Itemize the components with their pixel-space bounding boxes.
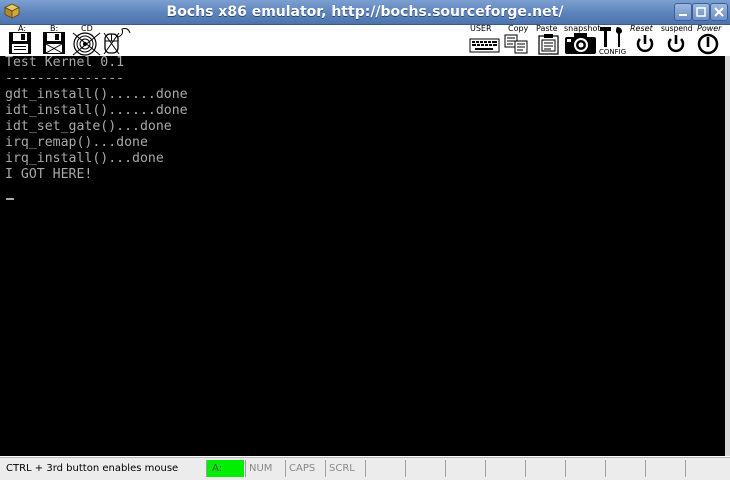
status-slot [525,460,565,477]
caps-lock-indicator: CAPS [285,460,325,477]
status-slot [365,460,405,477]
mouse-icon [103,28,131,55]
close-icon[interactable] [710,3,728,21]
status-slot [605,460,645,477]
console-line: idt_set_gate()...done [5,119,172,134]
drive-indicator-a: A: [206,460,244,477]
window-title: Bochs x86 emulator, http://bochs.sourcef… [166,4,564,20]
cdrom-icon [72,32,101,56]
status-bar: CTRL + 3rd button enables mouse A: NUM C… [0,457,730,480]
status-slot [685,460,730,477]
scroll-lock-indicator: SCRL [325,460,365,477]
copy-button[interactable]: Copy [503,24,531,56]
status-slot [405,460,445,477]
status-slot [565,460,605,477]
paste-button[interactable]: Paste [535,24,563,56]
config-button[interactable]: CONFIG [598,25,628,56]
floppy-disk-icon [43,32,65,54]
camera-icon [565,33,596,54]
num-lock-indicator: NUM [245,460,285,477]
floppy-a-button[interactable]: A: [6,24,34,56]
console-screen[interactable]: Test Kernel 0.1 --------------- gdt_inst… [0,56,725,456]
console-line: idt_install()......done [5,103,188,118]
suspend-button[interactable]: suspend [661,24,693,56]
snapshot-button[interactable]: snapshot [564,24,601,56]
console-line: gdt_install()......done [5,87,188,102]
status-slot [445,460,485,477]
window-border [725,56,730,456]
mouse-capture-button[interactable] [102,25,132,56]
user-button[interactable]: USER [469,24,501,56]
status-message: CTRL + 3rd button enables mouse [6,463,179,474]
power-icon [697,33,719,55]
status-slot [485,460,525,477]
copy-icon [504,34,528,54]
console-line: Test Kernel 0.1 [5,56,125,70]
toolbar: A: B: CD USER Copy Paste snapshot CONFIG… [0,24,730,56]
cdrom-button[interactable]: CD [72,24,102,56]
reset-button[interactable]: Reset [629,24,661,56]
console-line: irq_install()...done [5,151,164,166]
console-line: irq_remap()...done [5,135,148,150]
bochs-window: Bochs x86 emulator, http://bochs.sourcef… [0,0,730,480]
minimize-icon[interactable] [674,3,692,21]
console-line: --------------- [5,71,125,86]
keyboard-icon [469,38,500,53]
reset-icon [636,35,654,53]
status-slot [645,460,685,477]
console-line: I GOT HERE! [5,167,93,182]
floppy-b-button[interactable]: B: [40,24,68,56]
floppy-disk-icon [9,32,31,54]
text-cursor [6,198,14,200]
suspend-icon [667,35,685,53]
maximize-icon[interactable] [692,3,710,21]
title-bar[interactable]: Bochs x86 emulator, http://bochs.sourcef… [0,0,730,25]
power-button[interactable]: Power [693,24,727,56]
paste-icon [538,34,559,55]
config-label: CONFIG [599,48,627,56]
